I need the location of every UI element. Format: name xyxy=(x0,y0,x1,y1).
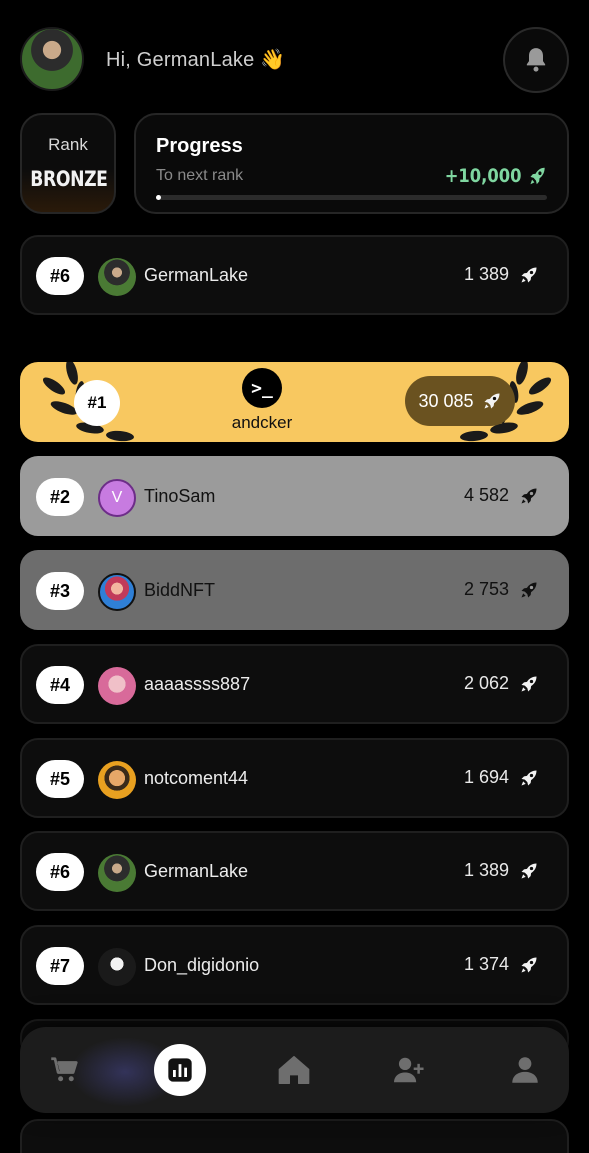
avatar-initial: V xyxy=(111,489,123,506)
rank-value: BRONZE xyxy=(30,167,108,191)
nav-home[interactable] xyxy=(268,1044,320,1096)
avatar xyxy=(98,667,136,705)
score: 4 582 xyxy=(464,485,539,506)
leaderboard-icon xyxy=(168,1058,192,1082)
progress-subtitle: To next rank xyxy=(156,167,244,184)
username: GermanLake xyxy=(144,265,249,285)
username: TinoSam xyxy=(144,486,216,506)
score: 1 389 xyxy=(464,860,539,881)
greeting: Hi, GermanLake 👋 xyxy=(106,47,285,72)
rocket-icon xyxy=(519,674,539,694)
progress-fill xyxy=(156,195,161,200)
avatar xyxy=(98,258,136,296)
rank-label: Rank xyxy=(48,135,88,154)
progress-bar xyxy=(156,195,547,200)
rank-badge: #6 xyxy=(36,257,84,295)
rank-badge: #3 xyxy=(36,572,84,610)
avatar: V xyxy=(98,479,136,517)
add-friend-icon xyxy=(394,1057,424,1083)
profile-icon xyxy=(512,1057,538,1083)
score: 30 085 xyxy=(405,376,515,426)
notifications-button[interactable] xyxy=(503,27,569,93)
progress-reward: +10,000 xyxy=(444,165,547,187)
rocket-icon xyxy=(482,391,502,411)
rank-badge: #5 xyxy=(36,760,84,798)
terminal-avatar-icon: >_ xyxy=(242,368,282,408)
rank-card[interactable]: Rank BRONZE xyxy=(20,113,116,214)
avatar xyxy=(98,573,136,611)
bottom-nav xyxy=(20,1027,569,1113)
score-value: 4 582 xyxy=(463,485,509,505)
score: 1 374 xyxy=(464,954,539,975)
leader-row[interactable]: #7 Don_digidonio 1 374 xyxy=(20,925,569,1005)
score: 2 753 xyxy=(464,579,539,600)
rank-badge: #7 xyxy=(36,947,84,985)
rocket-icon xyxy=(519,955,539,975)
score-value: 30 085 xyxy=(418,390,474,411)
cart-icon xyxy=(51,1057,78,1082)
rocket-icon xyxy=(519,861,539,881)
score-value: 1 374 xyxy=(463,954,509,974)
wave-emoji: 👋 xyxy=(260,49,286,71)
score: 2 062 xyxy=(464,673,539,694)
avatar xyxy=(98,761,136,799)
leader-row[interactable]: #6 GermanLake 1 389 xyxy=(20,831,569,911)
progress-title: Progress xyxy=(156,135,243,157)
reward-amount: +10,000 xyxy=(444,165,522,187)
score-value: 1 389 xyxy=(463,860,509,880)
rank-badge: #2 xyxy=(36,478,84,516)
leader-row-partial[interactable] xyxy=(20,1119,569,1153)
user-avatar[interactable] xyxy=(20,27,84,91)
score-value: 2 062 xyxy=(463,673,509,693)
progress-card[interactable]: Progress To next rank +10,000 xyxy=(134,113,569,214)
rank-badge: #4 xyxy=(36,666,84,704)
nav-shop[interactable] xyxy=(39,1044,91,1096)
username: Don_digidonio xyxy=(144,955,260,975)
greeting-text: Hi, GermanLake xyxy=(106,49,255,71)
leader-row[interactable]: #5 notcoment44 1 694 xyxy=(20,738,569,818)
nav-invite[interactable] xyxy=(384,1044,436,1096)
bell-icon xyxy=(526,48,546,72)
rocket-icon xyxy=(519,486,539,506)
nav-leaderboard[interactable] xyxy=(154,1044,206,1096)
rocket-icon xyxy=(519,580,539,600)
score-value: 2 753 xyxy=(463,579,509,599)
rocket-icon xyxy=(519,265,539,285)
header: Hi, GermanLake 👋 xyxy=(20,27,569,93)
leader-row[interactable]: #4 aaaassss887 2 062 xyxy=(20,644,569,724)
leader-row[interactable]: #3 BiddNFT 2 753 xyxy=(20,550,569,630)
username: aaaassss887 xyxy=(144,674,251,694)
leader-row-first[interactable]: #1 >_ andcker 30 085 xyxy=(20,362,569,442)
nav-profile[interactable] xyxy=(499,1044,551,1096)
my-rank-row[interactable]: #6 GermanLake 1 389 xyxy=(20,235,569,315)
username: GermanLake xyxy=(144,861,249,881)
score-value: 1 694 xyxy=(463,767,509,787)
rocket-icon xyxy=(530,167,545,185)
username: notcoment44 xyxy=(144,768,249,788)
rank-badge: #6 xyxy=(36,853,84,891)
leader-row[interactable]: #2 V TinoSam 4 582 xyxy=(20,456,569,536)
score-value: 1 389 xyxy=(463,264,509,284)
rocket-icon xyxy=(519,768,539,788)
avatar xyxy=(98,854,136,892)
avatar xyxy=(98,948,136,986)
score: 1 694 xyxy=(464,767,539,788)
username: BiddNFT xyxy=(144,580,216,600)
home-icon xyxy=(278,1055,310,1084)
score: 1 389 xyxy=(464,264,539,285)
